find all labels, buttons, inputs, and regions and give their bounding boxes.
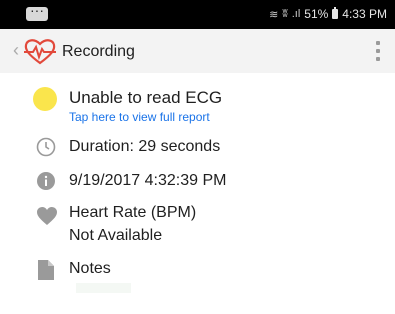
result-status-text: Unable to read ECG: [69, 88, 223, 107]
bottom-hint: [76, 283, 131, 293]
wifi-icon: ≋: [269, 8, 279, 21]
alarm-icon: ʬ: [282, 8, 288, 20]
heart-rate-row: Heart Rate (BPM) Not Available: [0, 201, 395, 249]
view-report-link[interactable]: Tap here to view full report: [69, 110, 210, 124]
status-indicators: ≋ ʬ .ıl 51% 4:33 PM: [269, 7, 387, 21]
duration-text: Duration: 29 seconds: [69, 138, 221, 155]
back-arrow-icon[interactable]: ‹: [13, 40, 19, 60]
page-title: Recording: [62, 43, 135, 60]
status-time: 4:33 PM: [342, 7, 387, 21]
heart-rate-value: Not Available: [69, 227, 163, 244]
notes-label: Notes: [69, 260, 111, 277]
signal-icon: .ıl: [291, 8, 301, 20]
timestamp-text: 9/19/2017 4:32:39 PM: [69, 172, 227, 189]
heart-ecg-logo-icon[interactable]: [23, 36, 57, 66]
status-bar: ≋ ʬ .ıl 51% 4:33 PM: [0, 0, 395, 29]
app-bar: ‹ Recording: [0, 29, 395, 73]
overflow-menu-icon[interactable]: [376, 41, 380, 61]
timestamp-row: 9/19/2017 4:32:39 PM: [0, 168, 395, 194]
battery-percent: 51%: [304, 7, 329, 21]
notes-row[interactable]: Notes: [0, 256, 395, 284]
duration-row: Duration: 29 seconds: [0, 134, 395, 160]
heart-icon: [37, 207, 57, 225]
result-section[interactable]: Unable to read ECG Tap here to view full…: [0, 83, 395, 125]
document-icon: [38, 260, 54, 280]
heart-rate-label: Heart Rate (BPM): [69, 204, 197, 221]
notification-icon: [26, 2, 48, 21]
battery-icon: [332, 7, 339, 19]
clock-icon: [36, 137, 56, 157]
status-dot-icon: [33, 87, 57, 111]
info-icon: [37, 172, 55, 190]
